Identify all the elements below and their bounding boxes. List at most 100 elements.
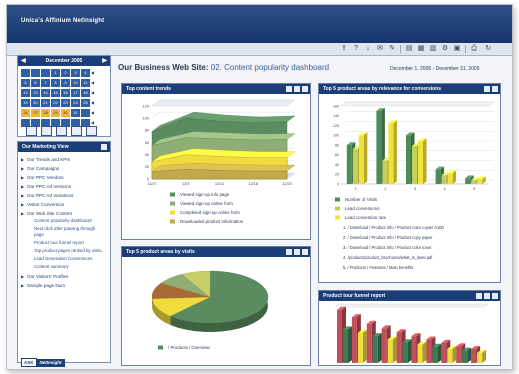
nav-item[interactable]: ▶ Our PPC Ad Variations xyxy=(21,191,109,200)
month-view-icon[interactable] xyxy=(56,126,67,136)
netinsight-label: NetInsight xyxy=(36,359,65,367)
nav-subitem[interactable]: Content popularity dashboard xyxy=(21,218,104,224)
calendar-day[interactable]: 22 xyxy=(51,99,60,107)
bar-side xyxy=(363,132,368,184)
refresh-icon[interactable]: ↻ xyxy=(484,45,492,53)
trend-icon[interactable] xyxy=(302,86,308,92)
calendar-day[interactable]: 2 xyxy=(61,69,70,77)
calendar-day[interactable]: 20 xyxy=(31,99,40,107)
calendar-day[interactable]: 28 xyxy=(41,109,50,117)
pie-chart-icon[interactable] xyxy=(294,249,300,255)
calendar-day[interactable]: 30 xyxy=(61,109,70,117)
nav-item[interactable]: ▶ Our Trends and KPIs xyxy=(21,155,109,164)
nav-subitem[interactable]: Next click after passing through page xyxy=(21,226,104,238)
nav-subitem[interactable]: Content summary xyxy=(21,264,104,270)
export-icon[interactable]: ⇪ xyxy=(340,45,348,53)
table-icon[interactable] xyxy=(476,293,482,299)
nav-item-label: Our Trends and KPIs xyxy=(27,157,70,162)
calendar-day[interactable]: 9 xyxy=(61,79,70,87)
calendar-day[interactable]: 11 xyxy=(81,79,90,87)
options-icon[interactable]: ⎙ xyxy=(470,45,478,53)
print-icon[interactable]: ▤ xyxy=(405,45,413,53)
collapse-icon[interactable] xyxy=(101,144,107,150)
calendar-day[interactable] xyxy=(81,109,90,117)
calendar-day[interactable]: 23 xyxy=(61,99,70,107)
ask-label: ASK xyxy=(21,358,37,367)
help-icon[interactable]: ? xyxy=(352,45,360,53)
chart-icon[interactable]: ▥ xyxy=(429,45,437,53)
calendar-day[interactable] xyxy=(21,69,30,77)
calendar-day[interactable]: 3 xyxy=(71,69,80,77)
table-icon[interactable] xyxy=(286,86,292,92)
calendar-day[interactable] xyxy=(31,69,40,77)
nav-subitem[interactable]: Lead Generation Conversions xyxy=(21,256,104,262)
email-icon[interactable]: ✉ xyxy=(376,45,384,53)
bar-side xyxy=(348,326,352,363)
day-view-icon[interactable] xyxy=(26,126,37,136)
calendar-day[interactable]: 1 xyxy=(51,69,60,77)
settings-icon[interactable]: ⚙ xyxy=(441,45,449,53)
calendar-day[interactable]: 19 xyxy=(21,99,30,107)
bar xyxy=(441,342,447,363)
calendar-day[interactable]: 15 xyxy=(51,89,60,97)
calendar-day[interactable]: 18 xyxy=(81,89,90,97)
chart-icon[interactable] xyxy=(484,293,490,299)
nav-item[interactable]: ▶ Visitor Conversion xyxy=(21,200,109,209)
calendar-day[interactable]: 26 xyxy=(21,109,30,117)
nav-subitem[interactable]: Product tour funnel report xyxy=(21,240,104,246)
calendar-day[interactable]: 31 xyxy=(71,109,80,117)
nav-item[interactable]: ▶ Our PPC Ad Versions xyxy=(21,182,109,191)
calendar-day[interactable]: 4 xyxy=(81,69,90,77)
nav-item[interactable]: ▶ Our Campaigns xyxy=(21,164,109,173)
nav-item[interactable]: ▶ Our Web Site Content xyxy=(21,209,109,218)
calendar-day[interactable]: 25 xyxy=(81,99,90,107)
calendar-day[interactable]: 7 xyxy=(41,79,50,87)
calendar-next-icon[interactable]: ▶ xyxy=(102,56,107,66)
calendar-day[interactable]: 10 xyxy=(71,79,80,87)
calendar-day[interactable]: 17 xyxy=(71,89,80,97)
nav-subitem[interactable]: Top product pages ranked by visits xyxy=(21,248,104,254)
trend-icon[interactable] xyxy=(302,249,308,255)
download-icon[interactable]: ↓ xyxy=(364,45,372,53)
calendar-prev-icon[interactable]: ◀ xyxy=(21,56,26,66)
print-preview-icon[interactable]: ▣ xyxy=(453,45,461,53)
table-icon[interactable]: ▦ xyxy=(417,45,425,53)
calendar-day[interactable]: 27 xyxy=(31,109,40,117)
calendar-day[interactable]: 21 xyxy=(41,99,50,107)
nav-item[interactable]: ▶ Our PPC Vendors xyxy=(21,173,109,182)
legend-swatch xyxy=(335,215,340,220)
chart-icon[interactable] xyxy=(294,86,300,92)
calendar-day[interactable]: 8 xyxy=(51,79,60,87)
calendar-day[interactable]: 16 xyxy=(61,89,70,97)
table-icon[interactable] xyxy=(484,86,490,92)
calendar-day[interactable]: 14 xyxy=(41,89,50,97)
table-icon[interactable] xyxy=(286,249,292,255)
week-select-icon[interactable]: ◀ xyxy=(91,99,94,107)
envelope-icon[interactable]: ✎ xyxy=(388,45,396,53)
chart-icon[interactable] xyxy=(492,86,498,92)
page-title-prefix: Our Business Web Site: xyxy=(118,63,209,72)
nav-item[interactable]: ▶ Sample page Num xyxy=(21,281,109,290)
week-select-icon[interactable]: ◀ xyxy=(91,69,94,77)
calendar-day[interactable]: 12 xyxy=(21,89,30,97)
bar xyxy=(387,339,393,363)
toolbar-separator xyxy=(465,45,466,53)
year-view-icon[interactable] xyxy=(86,126,97,136)
week-view-icon[interactable] xyxy=(41,126,52,136)
calendar-day[interactable]: 13 xyxy=(31,89,40,97)
calendar-day[interactable]: 29 xyxy=(51,109,60,117)
calendar-day[interactable] xyxy=(41,69,50,77)
calendar-day[interactable]: 5 xyxy=(21,79,30,87)
nav-item[interactable]: ▶ Our Visitors' Profiles xyxy=(21,272,109,281)
trend-icon[interactable] xyxy=(492,293,498,299)
calendar-day[interactable]: 6 xyxy=(31,79,40,87)
calendar-day[interactable]: 24 xyxy=(71,99,80,107)
ask-netinsight-logo[interactable]: ASK NetInsight xyxy=(21,351,65,367)
quarter-view-icon[interactable] xyxy=(71,126,82,136)
bar xyxy=(396,332,402,363)
bar xyxy=(372,336,378,363)
week-select-icon[interactable]: ◀ xyxy=(91,79,94,87)
y-tick-label: 40 xyxy=(145,153,149,157)
week-select-icon[interactable]: ◀ xyxy=(91,109,94,117)
week-select-icon[interactable]: ◀ xyxy=(91,89,94,97)
